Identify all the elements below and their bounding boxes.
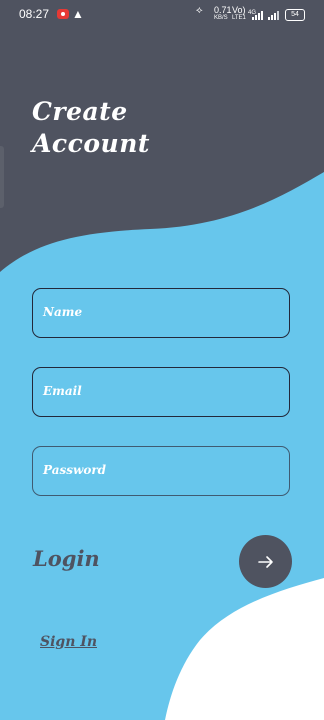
title-line-2: Account <box>32 129 150 158</box>
record-icon <box>57 9 69 19</box>
submit-arrow-button[interactable] <box>239 535 292 588</box>
speed-unit: KB/S <box>214 15 228 21</box>
login-label: Login <box>33 546 100 571</box>
sign-in-link[interactable]: Sign In <box>40 634 97 650</box>
battery-indicator: 54 <box>285 9 305 21</box>
email-placeholder: Email <box>43 384 82 398</box>
signal-icon-2 <box>268 11 279 20</box>
status-time: 08:27 <box>19 7 50 21</box>
volte-label: Vo) <box>232 5 246 15</box>
arrow-right-icon <box>257 555 273 568</box>
warning-icon: ▲ <box>72 7 84 21</box>
name-field[interactable]: Name <box>32 288 290 338</box>
title-line-1: Create <box>32 97 128 126</box>
lte-label: LTE1 <box>232 15 246 21</box>
page-title: Create Account <box>32 96 150 160</box>
edge-handle <box>0 146 4 208</box>
password-field[interactable]: Password <box>32 446 290 496</box>
status-bar: 08:27 ▲ ⟡ 0.71 KB/S Vo) LTE1 4G 54 <box>0 0 324 30</box>
password-placeholder: Password <box>43 463 107 477</box>
name-placeholder: Name <box>43 305 83 319</box>
signal-icon <box>252 11 263 20</box>
speed-value: 0.71 <box>214 5 232 15</box>
email-field[interactable]: Email <box>32 367 290 417</box>
vibrate-icon: ⟡ <box>196 5 203 16</box>
